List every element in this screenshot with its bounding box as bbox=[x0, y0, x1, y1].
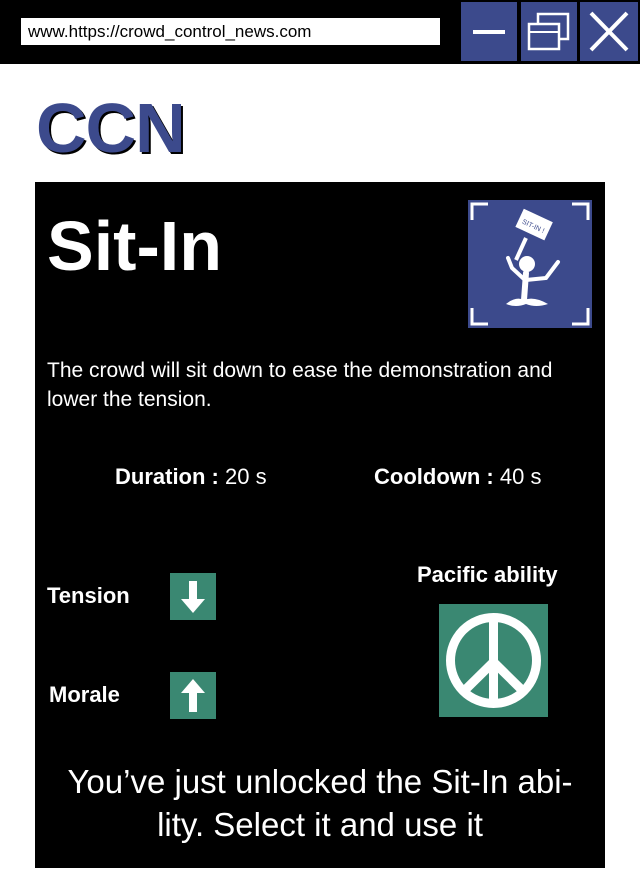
ability-description: The crowd will sit down to ease the demo… bbox=[47, 359, 553, 411]
cooldown-label: Cooldown : bbox=[374, 464, 494, 489]
arrow-down-icon bbox=[170, 573, 216, 620]
ability-card: Sit-In SIT-IN ! The crowd will sit down … bbox=[35, 182, 605, 868]
address-bar[interactable]: www.https://crowd_control_news.com bbox=[20, 17, 441, 46]
minimize-icon bbox=[473, 30, 505, 34]
arrow-up-icon bbox=[170, 672, 216, 719]
cooldown-stat: Cooldown : 40 s bbox=[374, 462, 541, 492]
site-logo[interactable]: CCN bbox=[36, 88, 186, 168]
unlock-message-line2: lity. Select it and use it bbox=[157, 806, 483, 843]
duration-stat: Duration : 20 s bbox=[115, 462, 267, 492]
ability-title: Sit-In bbox=[47, 207, 222, 285]
restore-button[interactable] bbox=[521, 2, 577, 61]
restore-icon bbox=[527, 12, 570, 51]
close-button[interactable] bbox=[580, 2, 638, 61]
duration-value: 20 s bbox=[225, 464, 267, 489]
morale-label: Morale bbox=[49, 682, 120, 707]
browser-titlebar: www.https://crowd_control_news.com bbox=[0, 0, 640, 64]
minimize-button[interactable] bbox=[461, 2, 517, 61]
sit-in-protester-icon: SIT-IN ! bbox=[468, 200, 592, 328]
unlock-message: You’ve just unlocked the Sit-In abi- lit… bbox=[35, 760, 605, 846]
cooldown-value: 40 s bbox=[499, 464, 542, 489]
tension-label: Tension bbox=[47, 583, 130, 608]
category-label: Pacific ability bbox=[417, 562, 558, 587]
duration-label: Duration : bbox=[115, 464, 219, 489]
unlock-message-line1: You’ve just unlocked the Sit-In abi- bbox=[67, 763, 573, 800]
peace-icon bbox=[439, 604, 548, 717]
close-icon bbox=[589, 11, 629, 52]
address-bar-text: www.https://crowd_control_news.com bbox=[28, 22, 312, 41]
